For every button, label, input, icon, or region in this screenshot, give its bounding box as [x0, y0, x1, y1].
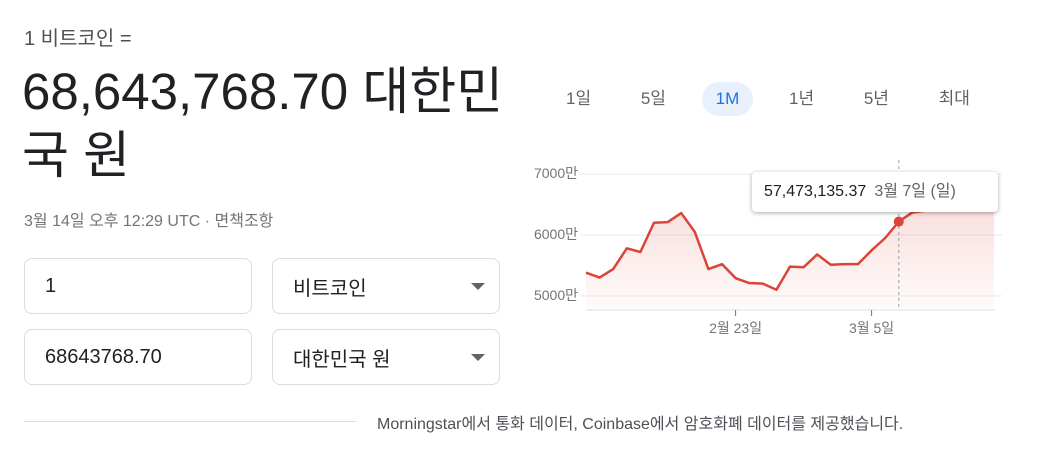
data-source-note: Morningstar에서 통화 데이터, Coinbase에서 암호화폐 데이… [377, 416, 904, 433]
dropdown-arrow-icon [471, 354, 485, 361]
from-amount-field[interactable] [24, 258, 252, 314]
tab-1m[interactable]: 1M [701, 82, 754, 116]
to-currency-select[interactable]: 대한민국 원 [272, 329, 500, 385]
tab-1y[interactable]: 1년 [775, 82, 828, 116]
hover-point-marker [893, 216, 904, 227]
from-currency-select[interactable]: 비트코인 [272, 258, 500, 314]
tab-1d[interactable]: 1일 [552, 82, 605, 116]
y-tick-label: 7000만 [534, 165, 578, 181]
to-amount-input[interactable] [25, 330, 251, 384]
dropdown-arrow-icon [471, 283, 485, 290]
to-currency-value: 대한민국 원 [293, 348, 391, 371]
x-tick-label: 3월 5일 [849, 320, 894, 336]
conversion-subtitle: 1 비트코인 = [24, 28, 132, 50]
disclaimer-link[interactable]: 면책조항 [215, 213, 274, 230]
x-tick-label: 2월 23일 [709, 320, 762, 336]
chart-tooltip: 57,473,135.37 3월 7일 (일) [752, 172, 998, 212]
timestamp-text: 3월 14일 오후 12:29 UTC [24, 213, 201, 230]
range-tabs: 1일 5일 1M 1년 5년 최대 [552, 82, 984, 116]
y-tick-label: 5000만 [534, 287, 578, 303]
footer-divider [24, 421, 356, 422]
tab-5y[interactable]: 5년 [850, 82, 903, 116]
tab-5d[interactable]: 5일 [627, 82, 680, 116]
from-amount-input[interactable] [25, 259, 251, 313]
update-timestamp: 3월 14일 오후 12:29 UTC · 면책조항 [24, 207, 273, 231]
tab-max[interactable]: 최대 [925, 82, 984, 116]
tooltip-date: 3월 7일 (일) [874, 183, 956, 200]
from-currency-value: 비트코인 [293, 277, 367, 300]
to-amount-field[interactable] [24, 329, 252, 385]
y-tick-label: 6000만 [534, 226, 578, 242]
separator: · [200, 213, 215, 230]
converted-value: 68,643,768.70 대한민국 원 [22, 63, 504, 184]
tooltip-value: 57,473,135.37 [764, 183, 867, 200]
